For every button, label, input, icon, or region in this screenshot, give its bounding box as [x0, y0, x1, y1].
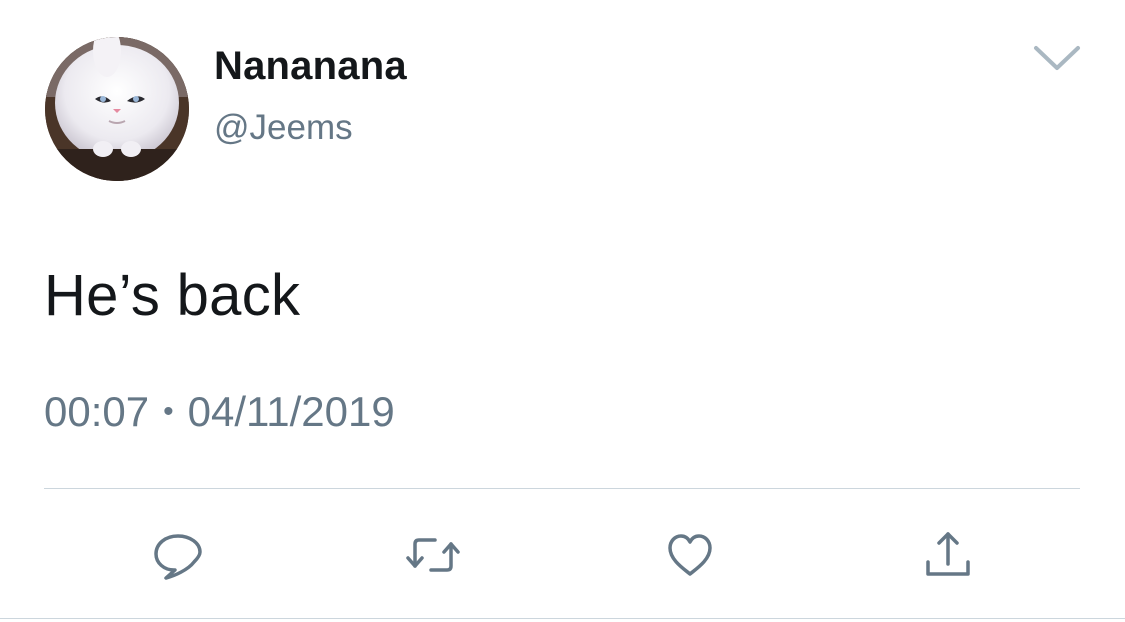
heart-icon	[668, 534, 712, 576]
reply-icon	[154, 534, 202, 580]
user-handle[interactable]: @Jeems	[214, 108, 353, 148]
tweet-text: He’s back	[44, 263, 301, 328]
like-button[interactable]	[660, 528, 720, 582]
bottom-divider	[0, 618, 1125, 619]
tweet-card: Nananana @Jeems He’s back 00:07 • 04/11/20…	[0, 0, 1125, 622]
tweet-timestamp: 00:07 • 04/11/2019	[44, 388, 395, 436]
retweet-button[interactable]	[403, 528, 463, 582]
tweet-time: 00:07	[44, 388, 150, 435]
display-name[interactable]: Nananana	[214, 44, 407, 89]
timestamp-separator: •	[163, 395, 174, 428]
cat-avatar-image	[45, 37, 189, 181]
share-icon	[926, 532, 970, 576]
chevron-down-icon[interactable]	[1030, 40, 1084, 76]
avatar[interactable]	[45, 37, 189, 181]
divider	[44, 488, 1080, 489]
tweet-date: 04/11/2019	[187, 388, 395, 435]
share-button[interactable]	[918, 528, 978, 582]
reply-button[interactable]	[148, 528, 208, 582]
retweet-icon	[406, 538, 460, 572]
